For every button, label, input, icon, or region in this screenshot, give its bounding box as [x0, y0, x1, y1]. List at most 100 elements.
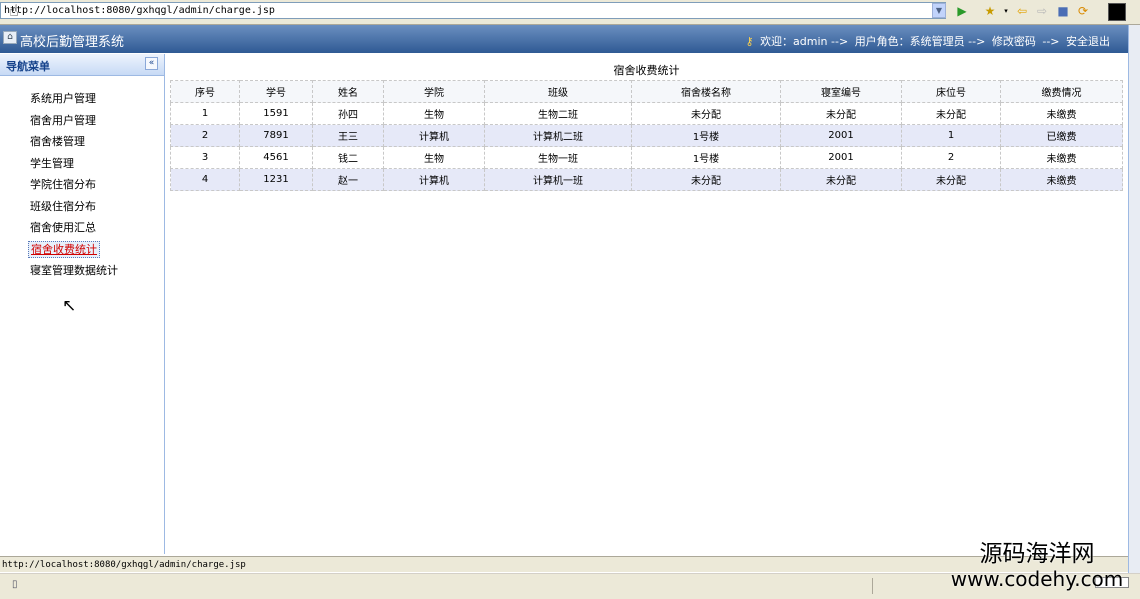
main-content: 宿舍收费统计 序号 学号 姓名 学院 班级 宿舍楼名称 寝室编号 床位号 缴费情…: [165, 54, 1128, 554]
charge-table: 序号 学号 姓名 学院 班级 宿舍楼名称 寝室编号 床位号 缴费情况 1 159…: [170, 80, 1123, 191]
table-cell: 未分配: [780, 102, 902, 125]
table-row: 2 7891 王三 计算机 计算机二班 1号楼 2001 1 已缴费: [170, 124, 1123, 147]
grid-title: 宿舍收费统计: [613, 64, 680, 77]
sidebar-item-label[interactable]: 学院住宿分布: [28, 177, 98, 192]
table-cell: 赵一: [312, 168, 384, 191]
table-cell: 未缴费: [1000, 146, 1123, 169]
change-password-link[interactable]: 修改密码: [992, 35, 1036, 48]
address-dropdown-button[interactable]: ▼: [932, 3, 946, 18]
table-cell: 3: [170, 146, 240, 169]
table-cell: 生物: [383, 102, 485, 125]
cursor-icon: ☝: [9, 1, 19, 20]
column-header: 班级: [484, 80, 632, 103]
table-cell: 2001: [780, 146, 902, 169]
table-row: 3 4561 钱二 生物 生物一班 1号楼 2001 2 未缴费: [170, 146, 1123, 169]
go-icon[interactable]: ▶: [954, 3, 970, 19]
table-cell: 2: [901, 146, 1001, 169]
sidebar-item-label[interactable]: 宿舍用户管理: [28, 113, 98, 128]
sidebar-item-label[interactable]: 宿舍使用汇总: [28, 220, 98, 235]
favorites-dropdown-icon[interactable]: ▾: [998, 3, 1014, 19]
table-cell: 2001: [780, 124, 902, 147]
header-user-bar: ⚷ 欢迎：admin --> 用户角色：系统管理员 --> 修改密码 --> 安…: [743, 33, 1111, 49]
favorites-icon[interactable]: ★: [982, 3, 998, 19]
table-row: 4 1231 赵一 计算机 计算机一班 未分配 未分配 未分配 未缴费: [170, 168, 1123, 191]
table-cell: 7891: [239, 124, 313, 147]
window-right-edge: [1128, 25, 1140, 573]
watermark: 源码海洋网 www.codehy.com: [934, 541, 1140, 591]
column-header: 姓名: [312, 80, 384, 103]
table-cell: 2: [170, 124, 240, 147]
column-header: 序号: [170, 80, 240, 103]
home-icon: ⌂: [3, 31, 17, 44]
divider: [872, 578, 873, 594]
arrow-text: -->: [1042, 35, 1060, 48]
sidebar-item-label[interactable]: 学生管理: [28, 156, 76, 171]
page-status-icon: ▯: [12, 579, 18, 590]
table-cell: 计算机二班: [484, 124, 632, 147]
sidebar-menu: 系统用户管理 宿舍用户管理 宿舍楼管理 学生管理 学院住宿分布 班级住宿分布 宿…: [0, 76, 164, 282]
column-header: 床位号: [901, 80, 1001, 103]
column-header: 寝室编号: [780, 80, 902, 103]
table-cell: 1号楼: [631, 124, 781, 147]
table-cell: 生物二班: [484, 102, 632, 125]
sidebar-item-label[interactable]: 系统用户管理: [28, 91, 98, 106]
browser-toolbar: http://localhost:8080/gxhqgl/admin/charg…: [0, 0, 1140, 25]
sidebar-item-students[interactable]: 学生管理: [0, 153, 164, 175]
sidebar-item-label[interactable]: 班级住宿分布: [28, 199, 98, 214]
sidebar-item-label[interactable]: 宿舍楼管理: [28, 134, 87, 149]
role-text: 用户角色：系统管理员 -->: [854, 35, 986, 48]
table-cell: 已缴费: [1000, 124, 1123, 147]
window-control-icon[interactable]: [1108, 3, 1126, 21]
sidebar-item-label[interactable]: 寝室管理数据统计: [28, 263, 120, 278]
sidebar-item-label[interactable]: 宿舍收费统计: [28, 240, 100, 258]
stop-icon[interactable]: ■: [1055, 3, 1071, 19]
cursor-icon: ↖: [62, 296, 77, 316]
table-cell: 未分配: [631, 168, 781, 191]
sidebar-item-college-distribution[interactable]: 学院住宿分布: [0, 174, 164, 196]
column-header: 学院: [383, 80, 485, 103]
table-cell: 计算机一班: [484, 168, 632, 191]
app-header: ⌂ 高校后勤管理系统 ⚷ 欢迎：admin --> 用户角色：系统管理员 -->…: [0, 25, 1128, 53]
sidebar-item-class-distribution[interactable]: 班级住宿分布: [0, 196, 164, 218]
app-title: 高校后勤管理系统: [20, 35, 125, 50]
watermark-line2: www.codehy.com: [950, 567, 1124, 591]
welcome-text: 欢迎：admin -->: [760, 35, 849, 48]
table-cell: 计算机: [383, 124, 485, 147]
table-cell: 未分配: [631, 102, 781, 125]
key-icon: ⚷: [745, 35, 754, 48]
sidebar-item-dorm-users[interactable]: 宿舍用户管理: [0, 110, 164, 132]
table-cell: 未缴费: [1000, 102, 1123, 125]
refresh-icon[interactable]: ⟳: [1075, 3, 1091, 19]
logout-link[interactable]: 安全退出: [1066, 35, 1110, 48]
sidebar-item-dorm-usage[interactable]: 宿舍使用汇总: [0, 217, 164, 239]
sidebar-item-charge-stats[interactable]: 宿舍收费统计: [0, 239, 164, 261]
table-cell: 孙四: [312, 102, 384, 125]
table-cell: 4561: [239, 146, 313, 169]
sidebar-item-system-users[interactable]: 系统用户管理: [0, 88, 164, 110]
forward-icon[interactable]: ⇨: [1034, 3, 1050, 19]
table-cell: 生物一班: [484, 146, 632, 169]
sidebar-item-dorm-buildings[interactable]: 宿舍楼管理: [0, 131, 164, 153]
table-cell: 4: [170, 168, 240, 191]
table-cell: 生物: [383, 146, 485, 169]
column-header: 宿舍楼名称: [631, 80, 781, 103]
column-header: 缴费情况: [1000, 80, 1123, 103]
table-cell: 未分配: [780, 168, 902, 191]
collapse-icon[interactable]: «: [145, 57, 158, 70]
sidebar-header: 导航菜单 «: [0, 54, 164, 76]
column-header: 学号: [239, 80, 313, 103]
table-header-row: 序号 学号 姓名 学院 班级 宿舍楼名称 寝室编号 床位号 缴费情况: [170, 80, 1123, 103]
sidebar-title: 导航菜单: [6, 60, 50, 73]
table-cell: 1号楼: [631, 146, 781, 169]
sidebar-item-room-stats[interactable]: 寝室管理数据统计: [0, 260, 164, 282]
table-cell: 计算机: [383, 168, 485, 191]
address-bar-input[interactable]: http://localhost:8080/gxhqgl/admin/charg…: [0, 2, 946, 19]
table-cell: 1591: [239, 102, 313, 125]
table-row: 1 1591 孙四 生物 生物二班 未分配 未分配 未分配 未缴费: [170, 102, 1123, 125]
back-icon[interactable]: ⇦: [1014, 3, 1030, 19]
table-cell: 未分配: [901, 102, 1001, 125]
table-cell: 未分配: [901, 168, 1001, 191]
watermark-line1: 源码海洋网: [979, 541, 1095, 567]
table-cell: 钱二: [312, 146, 384, 169]
table-cell: 1: [170, 102, 240, 125]
